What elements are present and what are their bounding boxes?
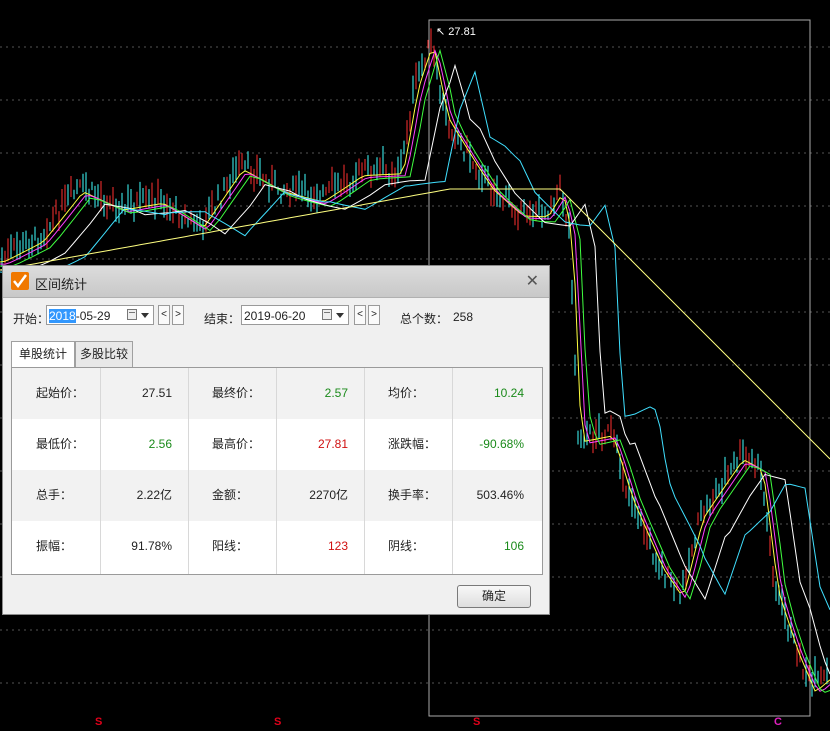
end-next-button[interactable]: > [368,305,380,325]
close-icon[interactable]: ✕ [526,271,539,291]
start-date-field[interactable]: 2018-05-29 [46,305,154,325]
stat-value: -90.68% [479,437,524,451]
calendar-icon[interactable] [322,309,332,320]
stat-value: 123 [327,539,348,553]
end-prev-button[interactable]: < [354,305,366,325]
stat-label: 最低价： [36,437,85,451]
stat-label: 起始价： [36,386,85,400]
stat-label: 最高价： [212,437,261,451]
start-next-button[interactable]: > [172,305,184,325]
stat-value: 2270亿 [309,488,348,502]
range-stats-dialog: 区间统计 ✕ 开始： 2018-05-29 < > 结束： 2019-06-20… [2,265,550,615]
count-value: 258 [453,310,474,324]
dialog-title: 区间统计 [35,277,88,292]
stat-label: 阳线： [212,539,249,553]
peak-price-label: ↖ 27.81 [436,26,476,38]
stat-value: 10.24 [493,386,524,400]
stat-label: 最终价： [212,386,261,400]
tab-single-stock[interactable]: 单股统计 [11,341,75,368]
stat-value: 91.78% [131,539,172,553]
stat-value: 503.46% [476,488,524,502]
start-label: 开始： [13,312,50,326]
stat-label: 总手： [36,488,73,502]
stat-value: 2.57 [324,386,348,400]
chevron-down-icon[interactable] [141,313,149,318]
checkmark-icon [11,272,29,290]
ok-button[interactable]: 确定 [457,585,531,608]
tab-multi-stock[interactable]: 多股比较 [75,341,133,367]
end-date-field[interactable]: 2019-06-20 [241,305,349,325]
start-date-rest-text: -05-29 [75,309,111,323]
bottom-mark: S [95,716,103,728]
stat-value: 27.51 [141,386,172,400]
stats-table: 起始价： 27.51 最终价： 2.57 均价： 10.24 最低价： 2.56 最高价： 27.… [11,367,543,575]
bottom-mark: S [473,716,481,728]
stat-value: 27.81 [317,437,348,451]
stat-value: 2.22亿 [136,488,172,502]
stat-label: 换手率： [388,488,437,502]
stat-label: 振幅： [36,539,73,553]
stat-value: 2.56 [148,437,172,451]
stat-label: 涨跌幅： [388,437,437,451]
stat-label: 均价： [388,386,425,400]
bottom-mark: C [774,716,782,728]
start-prev-button[interactable]: < [158,305,170,325]
chevron-down-icon[interactable] [336,313,344,318]
start-date-selected-text: 2018 [49,309,76,323]
bottom-mark: S [274,716,282,728]
stat-value: 106 [503,539,524,553]
count-label: 总个数： [400,312,449,326]
stat-label: 金额： [212,488,249,502]
end-date-text: 2019-06-20 [244,309,306,323]
stat-label: 阴线： [388,539,425,553]
calendar-icon[interactable] [127,309,137,320]
dialog-titlebar[interactable]: 区间统计 ✕ [3,266,549,298]
end-label: 结束： [204,312,241,326]
